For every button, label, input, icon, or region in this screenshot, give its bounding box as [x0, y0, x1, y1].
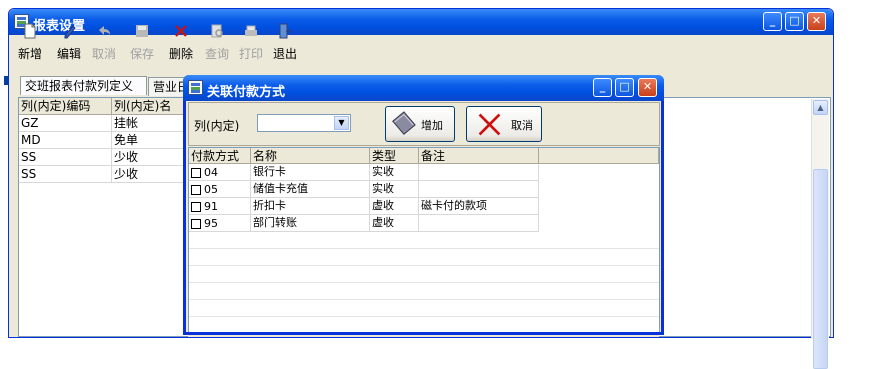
grid-header-filler [539, 148, 659, 164]
grid-header-name[interactable]: 列(内定)名 [112, 98, 189, 115]
toolbar-print-button[interactable]: 打印 [236, 25, 266, 62]
toolbar-label: 查询 [204, 47, 229, 61]
toolbar-exit-button[interactable]: 退出 [270, 23, 300, 62]
undo-icon [99, 26, 110, 35]
cell-payment-type[interactable]: 实收 [370, 181, 419, 198]
toolbar-label: 保存 [129, 47, 154, 61]
add-card-icon [392, 111, 416, 135]
toolbar-query-button[interactable]: 查询 [202, 24, 232, 62]
delete-x-icon [175, 25, 187, 37]
payment-code: 05 [204, 183, 218, 196]
filter-label: 列(内定) [194, 119, 240, 133]
filter-select[interactable]: ▼ [257, 114, 351, 132]
toolbar-edit-button[interactable]: 编辑 [54, 25, 84, 62]
vertical-scrollbar[interactable]: ▲ [811, 99, 829, 369]
cell-payment-type[interactable]: 虚收 [370, 198, 419, 215]
add-button-label: 增加 [421, 119, 443, 132]
filter-panel: 列(内定) ▼ 增加 取消 [188, 102, 660, 146]
query-icon [211, 24, 223, 38]
payment-code: 91 [204, 200, 218, 213]
new-file-icon [24, 23, 36, 39]
cell-payment-name[interactable]: 银行卡 [251, 164, 370, 181]
cancel-button-label: 取消 [511, 119, 533, 132]
tab-business-day[interactable]: 营业日 [148, 77, 188, 96]
exit-door-icon [279, 23, 292, 39]
scroll-up-button[interactable]: ▲ [813, 100, 828, 115]
toolbar-label: 新增 [17, 47, 42, 61]
dialog-close-button[interactable]: ✕ [638, 78, 657, 97]
column-definition-grid: 列(内定)编码 列(内定)名 GZ 挂帐 MD 免单 SS 少收 SS 少收 [18, 97, 189, 337]
toolbar-label: 取消 [91, 47, 116, 61]
main-title: 报表设置 [33, 19, 86, 34]
cell-name[interactable]: 少收 [112, 149, 189, 166]
cell-name[interactable]: 免单 [112, 132, 189, 149]
scroll-thumb[interactable] [813, 169, 828, 369]
dialog-app-icon [188, 80, 203, 95]
row-checkbox[interactable] [191, 185, 201, 195]
dialog-titlebar[interactable]: 关联付款方式 _ □ ✕ [183, 75, 664, 101]
cell-payment-name[interactable]: 储值卡充值 [251, 181, 370, 198]
cell-payment-type[interactable]: 虚收 [370, 215, 419, 232]
toolbar-new-button[interactable]: 新增 [15, 23, 45, 62]
cell-payment-code[interactable]: 91 [189, 198, 251, 215]
main-titlebar[interactable]: 报表设置 _ □ ✕ [9, 9, 833, 35]
empty-grid-area [189, 232, 659, 332]
payment-method-grid: 付款方式 名称 类型 备注 04 银行卡 实收 05 储值卡充值 实收 91 折… [188, 147, 660, 332]
printer-icon [245, 25, 257, 36]
toolbar-label: 打印 [238, 47, 263, 61]
cancel-button[interactable]: 取消 [466, 106, 542, 142]
associate-payment-dialog: 关联付款方式 _ □ ✕ 列(内定) ▼ 增加 取消 付款方式 名称 类型 备注… [183, 75, 664, 335]
edit-pen-icon [64, 25, 76, 39]
cell-payment-note[interactable] [419, 215, 539, 232]
row-checkbox[interactable] [191, 219, 201, 229]
toolbar-label: 编辑 [56, 47, 81, 61]
toolbar-cancel-button[interactable]: 取消 [89, 26, 119, 62]
save-disk-icon [136, 25, 148, 37]
toolbar-delete-button[interactable]: 删除 [166, 25, 196, 62]
toolbar-label: 退出 [272, 47, 297, 61]
payment-code: 04 [204, 166, 218, 179]
cell-payment-note[interactable]: 磁卡付的款项 [419, 198, 539, 215]
cell-name[interactable]: 少收 [112, 166, 189, 183]
cell-name[interactable]: 挂帐 [112, 115, 189, 132]
close-button[interactable]: ✕ [807, 12, 826, 31]
add-button[interactable]: 增加 [385, 106, 455, 142]
cell-payment-code[interactable]: 95 [189, 215, 251, 232]
grid-header-note[interactable]: 备注 [419, 148, 539, 164]
toolbar-label: 删除 [168, 47, 193, 61]
cell-payment-note[interactable] [419, 164, 539, 181]
cell-code[interactable]: MD [19, 132, 112, 149]
cell-code[interactable]: SS [19, 149, 112, 166]
chevron-down-icon[interactable]: ▼ [334, 116, 349, 130]
delete-x-icon [478, 113, 501, 136]
cell-code[interactable]: GZ [19, 115, 112, 132]
cell-payment-name[interactable]: 折扣卡 [251, 198, 370, 215]
dialog-maximize-button[interactable]: □ [615, 78, 634, 97]
grid-header-type[interactable]: 类型 [370, 148, 419, 164]
tab-payment-columns[interactable]: 交班报表付款列定义 [20, 76, 147, 95]
grid-header-code[interactable]: 列(内定)编码 [19, 98, 112, 115]
dialog-minimize-button[interactable]: _ [593, 78, 612, 97]
side-marker [4, 76, 8, 85]
cell-payment-code[interactable]: 04 [189, 164, 251, 181]
row-checkbox[interactable] [191, 168, 201, 178]
cell-payment-note[interactable] [419, 181, 539, 198]
cell-payment-name[interactable]: 部门转账 [251, 215, 370, 232]
row-checkbox[interactable] [191, 202, 201, 212]
grid-header-payment[interactable]: 付款方式 [189, 148, 251, 164]
cell-payment-code[interactable]: 05 [189, 181, 251, 198]
dialog-title: 关联付款方式 [207, 85, 286, 100]
toolbar-save-button[interactable]: 保存 [127, 25, 157, 62]
right-panel [659, 97, 831, 337]
minimize-button[interactable]: _ [763, 12, 782, 31]
cell-payment-type[interactable]: 实收 [370, 164, 419, 181]
payment-code: 95 [204, 217, 218, 230]
maximize-button[interactable]: □ [785, 12, 804, 31]
cell-code[interactable]: SS [19, 166, 112, 183]
grid-header-name[interactable]: 名称 [251, 148, 370, 164]
